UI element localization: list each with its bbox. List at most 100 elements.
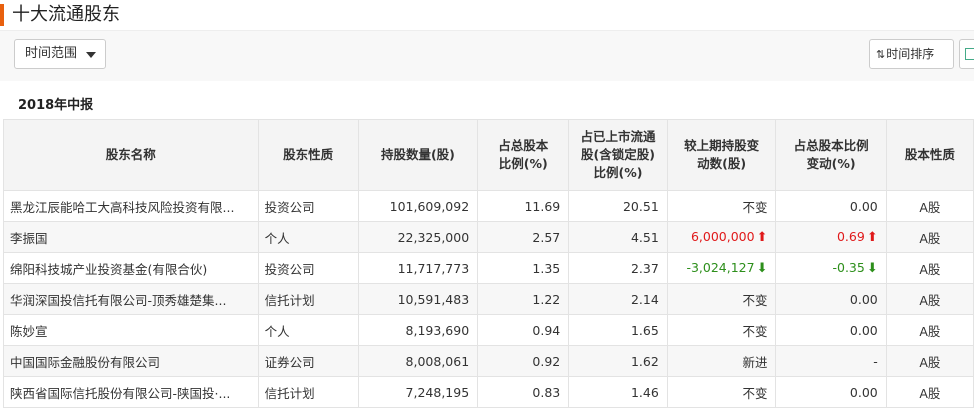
excel-export-icon xyxy=(965,48,974,60)
pct-float-cell-value: 20.51 xyxy=(622,198,659,214)
holder-type-cell: 信托计划 xyxy=(257,283,359,315)
holder-name-cell-value: 绵阳科技城产业投资基金(有限合伙) xyxy=(10,261,208,277)
holder-type-cell-value: 信托计划 xyxy=(264,292,315,308)
col-header-share-type: 股本性质 xyxy=(885,119,974,191)
pct-change-cell: 0.69 ⬆ xyxy=(775,221,887,253)
section-title: 十大流通股东 xyxy=(12,4,120,25)
pct-total-cell: 0.94 xyxy=(477,314,570,346)
pct-total-cell-value: 11.69 xyxy=(524,198,561,214)
holder-name-cell-value: 陕西省国际信托股份有限公司-陕国投·... xyxy=(10,385,231,401)
shares-cell: 7,248,195 xyxy=(357,376,479,408)
table-row: 黑龙江辰能哈工大高科技风险投资有限... 投资公司 101,609,092 11.69… xyxy=(3,190,974,222)
pct-total-cell: 1.22 xyxy=(477,283,570,315)
col-header-pct-float: 占已上市流通 股(含锁定股) 比例(%) xyxy=(568,119,668,191)
holder-name-cell-value: 中国国际金融股份有限公司 xyxy=(10,354,161,370)
holder-type-cell: 证券公司 xyxy=(257,345,359,377)
share-type-cell-value: A股 xyxy=(919,354,941,370)
holder-name-cell: 绵阳科技城产业投资基金(有限合伙) xyxy=(3,252,259,284)
shares-cell-value: 8,008,061 xyxy=(405,353,470,369)
change-cell: -3,024,127 ⬇ xyxy=(666,252,777,284)
table-row: 华润深国投信托有限公司-顶秀雄楚集... 信托计划 10,591,483 1.22 2.… xyxy=(3,283,974,315)
holder-name-cell: 陈妙宣 xyxy=(3,314,259,346)
pct-total-cell-value: 0.92 xyxy=(532,353,561,369)
pct-change-cell-value: 0.00 xyxy=(849,384,878,400)
change-cell-value: 不变 xyxy=(742,323,768,339)
change-cell-value: 不变 xyxy=(742,199,768,215)
pct-change-cell: 0.00 xyxy=(775,190,887,222)
share-type-cell-value: A股 xyxy=(919,199,941,215)
pct-total-cell-value: 2.57 xyxy=(532,229,561,245)
arrow-down-icon: ⬇ xyxy=(866,261,878,276)
holder-name-cell-value: 华润深国投信托有限公司-顶秀雄楚集... xyxy=(10,292,227,308)
share-type-cell: A股 xyxy=(885,345,974,377)
pct-total-cell: 0.92 xyxy=(477,345,570,377)
pct-float-cell-value: 2.37 xyxy=(630,260,659,276)
top-shareholders-table: 股东名称 股东性质 持股数量(股) 占总股本 比例(%) 占已上市流通 股(含锁定股) 比例(… xyxy=(3,119,974,408)
col-header-pct-total: 占总股本 比例(%) xyxy=(477,119,570,191)
holder-type-cell: 信托计划 xyxy=(257,376,359,408)
pct-float-cell-value: 1.65 xyxy=(630,322,659,338)
time-sort-button[interactable]: ⇅时间排序 xyxy=(869,39,954,69)
pct-total-cell-value: 0.83 xyxy=(532,384,561,400)
shares-cell-value: 8,193,690 xyxy=(405,322,470,338)
change-cell: 不变 xyxy=(666,314,777,346)
holder-type-cell: 个人 xyxy=(257,221,359,253)
time-range-select[interactable]: 时间范围 xyxy=(14,39,106,69)
time-sort-label: 时间排序 xyxy=(886,47,935,61)
pct-float-cell-value: 1.46 xyxy=(630,384,659,400)
shares-cell-value: 7,248,195 xyxy=(405,384,470,400)
pct-float-cell: 1.46 xyxy=(568,376,668,408)
holder-type-cell: 投资公司 xyxy=(257,190,359,222)
pct-float-cell-value: 1.62 xyxy=(630,353,659,369)
pct-change-cell: 0.00 xyxy=(775,314,887,346)
shares-cell-value: 10,591,483 xyxy=(397,291,470,307)
export-excel-button[interactable] xyxy=(959,39,974,69)
pct-change-cell-value: -0.35 xyxy=(832,260,865,275)
holder-name-cell-value: 李振国 xyxy=(10,230,48,246)
shares-cell: 8,193,690 xyxy=(357,314,479,346)
change-cell: 不变 xyxy=(666,283,777,315)
holder-name-cell: 陕西省国际信托股份有限公司-陕国投·... xyxy=(3,376,259,408)
pct-change-cell-value: - xyxy=(873,353,878,369)
share-type-cell: A股 xyxy=(885,252,974,284)
pct-change-cell: 0.00 xyxy=(775,283,887,315)
pct-total-cell: 11.69 xyxy=(477,190,570,222)
pct-change-cell: - xyxy=(775,345,887,377)
pct-total-cell-value: 0.94 xyxy=(532,322,561,338)
holder-type-cell-value: 信托计划 xyxy=(264,385,315,401)
time-range-label: 时间范围 xyxy=(25,46,78,61)
pct-change-cell-value: 0.00 xyxy=(849,322,878,338)
shares-cell: 22,325,000 xyxy=(357,221,479,253)
share-type-cell: A股 xyxy=(885,283,974,315)
chevron-down-icon xyxy=(86,52,96,58)
pct-float-cell: 1.62 xyxy=(568,345,668,377)
shares-cell: 101,609,092 xyxy=(357,190,479,222)
pct-float-cell: 1.65 xyxy=(568,314,668,346)
table-header-row: 股东名称 股东性质 持股数量(股) 占总股本 比例(%) 占已上市流通 股(含锁定股) 比例(… xyxy=(3,119,974,191)
holder-name-cell-value: 黑龙江辰能哈工大高科技风险投资有限... xyxy=(10,199,235,215)
table-row: 陈妙宣 个人 8,193,690 0.94 1.65 不变 0.00 A股 xyxy=(3,314,974,346)
pct-change-cell-value: 0.69 xyxy=(836,229,865,244)
share-type-cell: A股 xyxy=(885,376,974,408)
holder-type-cell: 投资公司 xyxy=(257,252,359,284)
table-row: 李振国 个人 22,325,000 2.57 4.51 6,000,000 ⬆ 0.69 ⬆ A股 xyxy=(3,221,974,253)
pct-total-cell: 1.35 xyxy=(477,252,570,284)
pct-float-cell: 2.14 xyxy=(568,283,668,315)
pct-float-cell-value: 4.51 xyxy=(630,229,659,245)
share-type-cell-value: A股 xyxy=(919,385,941,401)
col-header-shares: 持股数量(股) xyxy=(357,119,479,191)
holder-name-cell: 黑龙江辰能哈工大高科技风险投资有限... xyxy=(3,190,259,222)
pct-change-cell-value: 0.00 xyxy=(849,291,878,307)
pct-float-cell: 2.37 xyxy=(568,252,668,284)
holder-type-cell-value: 证券公司 xyxy=(264,354,315,370)
change-cell: 不变 xyxy=(666,376,777,408)
change-cell-value: 新进 xyxy=(742,354,768,370)
change-cell-value: 6,000,000 xyxy=(690,229,755,244)
col-header-holder-name: 股东名称 xyxy=(3,119,259,191)
shares-cell: 8,008,061 xyxy=(357,345,479,377)
col-header-holder-type: 股东性质 xyxy=(257,119,359,191)
holder-name-cell: 中国国际金融股份有限公司 xyxy=(3,345,259,377)
shares-cell-value: 101,609,092 xyxy=(389,198,470,214)
holder-type-cell-value: 投资公司 xyxy=(264,199,315,215)
arrow-up-icon: ⬆ xyxy=(756,230,768,245)
